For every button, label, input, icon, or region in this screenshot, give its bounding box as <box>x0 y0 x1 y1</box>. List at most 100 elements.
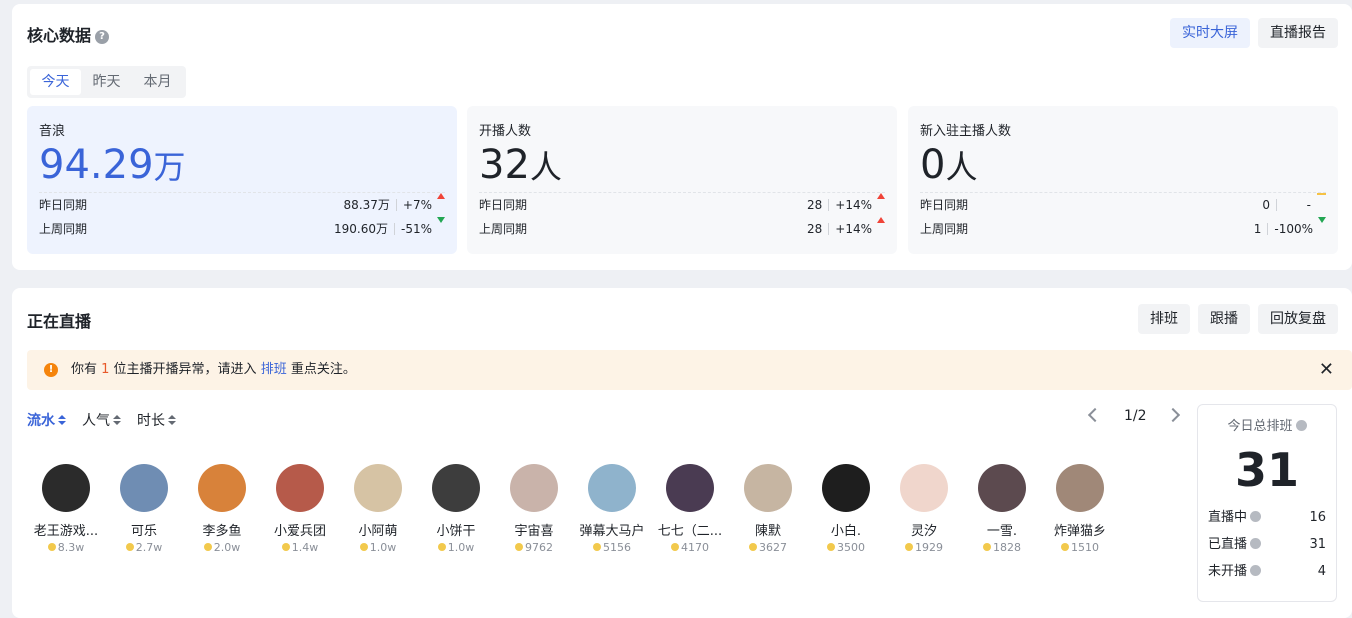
anchor-item[interactable]: 一雪. 1828 <box>963 464 1041 554</box>
stat-number: 0 <box>920 142 946 188</box>
compare-row: 上周同期 1 -100% <box>920 217 1326 241</box>
anchor-name: 小白. <box>830 524 862 539</box>
info-icon[interactable] <box>1250 565 1262 576</box>
stat-card-yinlang[interactable]: 音浪 94.29万 昨日同期 88.37万 +7% 上周同期 190.60万 -… <box>27 106 457 254</box>
alert-schedule-link[interactable]: 排班 <box>261 362 287 377</box>
realtime-screen-button[interactable]: 实时大屏 <box>1170 18 1250 48</box>
compare-percent: -100% <box>1274 222 1313 236</box>
coin-icon <box>47 543 56 551</box>
sort-icon <box>113 415 121 425</box>
avatar <box>120 464 168 512</box>
schedule-button[interactable]: 排班 <box>1138 304 1190 334</box>
schedule-row-label: 直播中 <box>1208 504 1262 531</box>
anchor-name: 陳默 <box>754 524 781 539</box>
coin-icon <box>905 543 913 551</box>
sort-label: 人气 <box>82 413 110 429</box>
anchor-item[interactable]: 老王游戏... 8.3w <box>27 464 105 554</box>
anchor-item[interactable]: 七七（二... 4170 <box>651 464 729 554</box>
anchor-score-value: 1.0w <box>447 541 475 554</box>
anchor-item[interactable]: 小阿萌 1.0w <box>339 464 417 554</box>
anchor-name: 炸弹猫乡 <box>1053 524 1106 539</box>
anchor-item[interactable]: 小饼干 1.0w <box>417 464 495 554</box>
anchor-item[interactable]: 可乐 2.7w <box>105 464 183 554</box>
chevron-left-icon[interactable] <box>1087 407 1103 423</box>
avatar <box>276 464 324 512</box>
compare-label: 昨日同期 <box>39 198 88 212</box>
alert-text-middle: 位主播开播异常，请进入 <box>109 362 261 377</box>
schedule-total: 31 <box>1234 443 1299 497</box>
anchor-score-value: 1510 <box>1071 541 1099 554</box>
sort-revenue[interactable]: 流水 <box>27 410 66 430</box>
coin-icon <box>1061 543 1069 551</box>
anchor-item[interactable]: 弹幕大马户 5156 <box>573 464 651 554</box>
compare-row: 上周同期 28 +14% <box>479 217 885 241</box>
coin-icon <box>515 543 523 551</box>
stat-label: 音浪 <box>39 124 66 139</box>
tab-month[interactable]: 本月 <box>132 69 183 95</box>
anchor-name: 可乐 <box>130 524 157 539</box>
anchor-item[interactable]: 小白. 3500 <box>807 464 885 554</box>
stat-card-new-anchors[interactable]: 新入驻主播人数 0人 昨日同期 0 - 上周同期 1 -100% <box>908 106 1338 254</box>
live-now-title: 正在直播 <box>27 312 92 331</box>
anchor-name: 小饼干 <box>436 524 476 539</box>
stat-unit: 万 <box>153 148 186 186</box>
anchor-score-value: 1929 <box>915 541 943 554</box>
sort-icon <box>58 415 66 425</box>
schedule-row-value: 16 <box>1309 510 1326 525</box>
abnormal-alert: ! 你有 1 位主播开播异常，请进入 排班 重点关注。 ✕ <box>27 350 1352 390</box>
anchor-item[interactable]: 炸弹猫乡 1510 <box>1041 464 1119 554</box>
anchor-item[interactable]: 小爱兵团 1.4w <box>261 464 339 554</box>
page-indicator: 1/2 <box>1124 408 1147 424</box>
compare-value: 1 <box>1253 222 1262 236</box>
compare-percent: -51% <box>400 222 432 236</box>
schedule-row-value: 31 <box>1309 537 1326 552</box>
anchor-score: 1828 <box>963 541 1041 554</box>
coin-icon <box>203 543 212 551</box>
anchor-item[interactable]: 宇宙喜 9762 <box>495 464 573 554</box>
close-icon[interactable]: ✕ <box>1319 350 1334 390</box>
anchor-item[interactable]: 陳默 3627 <box>729 464 807 554</box>
sort-icon <box>168 415 176 425</box>
anchor-name: 弹幕大马户 <box>579 524 645 539</box>
anchor-item[interactable]: 灵汐 1929 <box>885 464 963 554</box>
anchor-score: 1510 <box>1041 541 1119 554</box>
anchor-score: 1.0w <box>417 541 495 554</box>
info-icon[interactable] <box>1295 420 1307 431</box>
compare-percent: - <box>1306 198 1311 212</box>
chevron-right-icon[interactable] <box>1165 407 1181 423</box>
question-icon[interactable]: ? <box>95 30 110 44</box>
info-icon[interactable] <box>1250 511 1262 522</box>
anchor-name: 老王游戏... <box>33 524 99 539</box>
coin-icon <box>359 543 368 551</box>
avatar <box>42 464 90 512</box>
trend-up-icon <box>437 193 445 199</box>
info-icon[interactable] <box>1250 538 1262 549</box>
stat-label: 新入驻主播人数 <box>920 124 1012 139</box>
tab-yesterday[interactable]: 昨天 <box>81 69 132 95</box>
stat-value: 32人 <box>479 141 885 193</box>
compare-percent: +7% <box>402 198 432 212</box>
schedule-row-value: 4 <box>1317 564 1326 579</box>
sort-popularity[interactable]: 人气 <box>82 410 121 430</box>
live-now-card: 正在直播 排班 跟播 回放复盘 ! 你有 1 位主播开播异常，请进入 排班 重点… <box>12 288 1352 618</box>
live-report-button[interactable]: 直播报告 <box>1258 18 1338 48</box>
avatar <box>432 464 480 512</box>
replay-review-button[interactable]: 回放复盘 <box>1258 304 1338 334</box>
alert-text-prefix: 你有 <box>71 362 102 377</box>
anchor-item[interactable]: 李多鱼 2.0w <box>183 464 261 554</box>
tab-today[interactable]: 今天 <box>30 69 81 95</box>
stat-card-live-count[interactable]: 开播人数 32人 昨日同期 28 +14% 上周同期 28 +14% <box>467 106 897 254</box>
compare-value: 0 <box>1262 198 1270 212</box>
schedule-summary: 今日总排班 31 直播中 16 已直播 31 未开播 4 <box>1197 404 1337 602</box>
follow-button[interactable]: 跟播 <box>1198 304 1250 334</box>
coin-icon <box>281 543 290 551</box>
stat-number: 32 <box>479 142 530 188</box>
alert-text-suffix: 重点关注。 <box>286 362 356 377</box>
compare-label: 上周同期 <box>479 222 528 236</box>
core-data-title-text: 核心数据 <box>27 26 92 45</box>
compare-label: 昨日同期 <box>920 198 969 212</box>
anchor-score-value: 5156 <box>603 541 631 554</box>
sort-duration[interactable]: 时长 <box>137 410 176 430</box>
divider <box>395 199 397 211</box>
avatar <box>1056 464 1104 512</box>
